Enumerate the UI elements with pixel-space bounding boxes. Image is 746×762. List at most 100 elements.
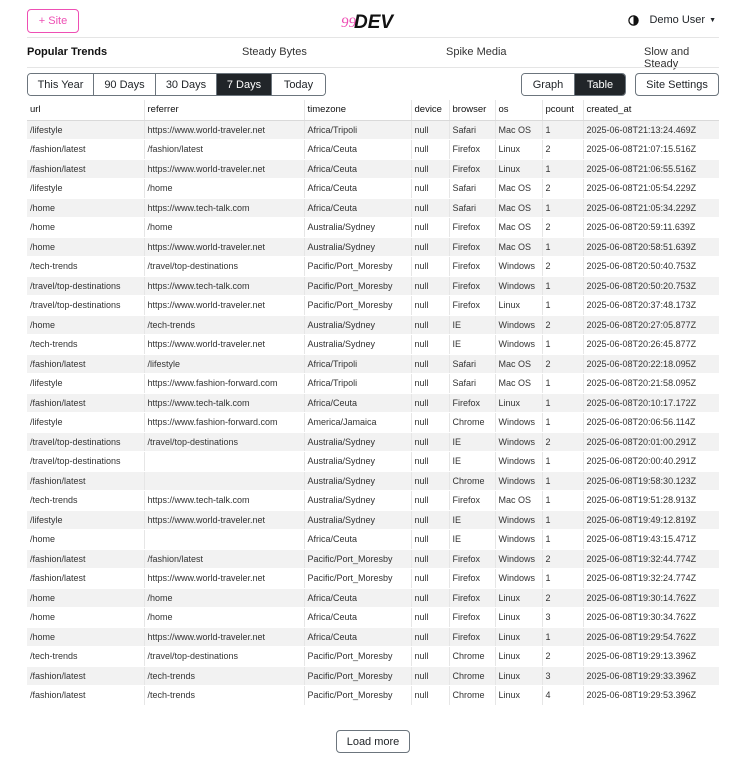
tab-spike-media[interactable]: Spike Media bbox=[446, 46, 507, 58]
cell-pcount: 3 bbox=[542, 666, 584, 686]
column-header-pcount[interactable]: pcount bbox=[542, 100, 584, 121]
column-header-device[interactable]: device bbox=[411, 100, 450, 121]
column-header-url[interactable]: url bbox=[27, 100, 145, 121]
cell-created-at: 2025-06-08T20:50:20.753Z bbox=[583, 276, 719, 296]
cell-browser: Firefox bbox=[449, 139, 496, 160]
cell-created-at: 2025-06-08T19:32:44.774Z bbox=[583, 549, 719, 569]
cell-pcount: 2 bbox=[542, 256, 584, 277]
user-menu[interactable]: Demo User ▼ bbox=[628, 14, 716, 26]
column-header-referrer[interactable]: referrer bbox=[144, 100, 305, 121]
theme-toggle-icon[interactable] bbox=[628, 14, 640, 26]
cell-referrer: /lifestyle bbox=[144, 354, 305, 374]
cell-pcount: 1 bbox=[542, 529, 584, 550]
cell-timezone: Africa/Tripoli bbox=[304, 120, 412, 140]
cell-referrer: /tech-trends bbox=[144, 666, 305, 686]
cell-pcount: 1 bbox=[542, 276, 584, 296]
range-7-days-button[interactable]: 7 Days bbox=[217, 74, 272, 95]
cell-created-at: 2025-06-08T20:00:40.291Z bbox=[583, 451, 719, 472]
cell-url: /lifestyle bbox=[27, 120, 145, 140]
cell-referrer bbox=[144, 529, 305, 550]
cell-referrer: /travel/top-destinations bbox=[144, 256, 305, 277]
range-30-days-button[interactable]: 30 Days bbox=[156, 74, 217, 95]
cell-pcount: 1 bbox=[542, 237, 584, 257]
cell-created-at: 2025-06-08T19:49:12.819Z bbox=[583, 510, 719, 530]
cell-pcount: 2 bbox=[542, 354, 584, 374]
table-row: /home/home Australia/Sydney null Firefox Mac… bbox=[27, 217, 719, 238]
cell-browser: Chrome bbox=[449, 412, 496, 433]
cell-referrer: https://www.world-traveler.net bbox=[144, 334, 305, 355]
cell-pcount: 2 bbox=[542, 178, 584, 199]
column-header-timezone[interactable]: timezone bbox=[304, 100, 412, 121]
cell-url: /lifestyle bbox=[27, 510, 145, 530]
column-header-created-at[interactable]: created_at bbox=[583, 100, 719, 121]
graph-view-button[interactable]: Graph bbox=[522, 74, 575, 95]
range-90-days-button[interactable]: 90 Days bbox=[94, 74, 156, 95]
cell-referrer: /home bbox=[144, 217, 305, 238]
cell-os: Mac OS bbox=[495, 354, 543, 374]
table-row: /travel/top-destinations https://www.worl… bbox=[27, 295, 719, 316]
logo-suffix-text: DEV bbox=[354, 12, 394, 33]
top-bar: + Site 99 DEV Demo User ▼ bbox=[27, 9, 719, 34]
range-today-button[interactable]: Today bbox=[272, 74, 325, 95]
cell-timezone: Pacific/Port_Moresby bbox=[304, 568, 412, 589]
cell-pcount: 1 bbox=[542, 373, 584, 394]
table-row: /tech-trends https://www.world-traveler.n… bbox=[27, 334, 719, 355]
cell-browser: IE bbox=[449, 432, 496, 452]
cell-url: /lifestyle bbox=[27, 178, 145, 199]
cell-browser: Firefox bbox=[449, 217, 496, 238]
cell-pcount: 1 bbox=[542, 451, 584, 472]
cell-browser: Chrome bbox=[449, 646, 496, 667]
cell-url: /home bbox=[27, 198, 145, 218]
cell-device: null bbox=[411, 627, 450, 647]
cell-url: /travel/top-destinations bbox=[27, 276, 145, 296]
table-view-button[interactable]: Table bbox=[575, 74, 625, 95]
cell-os: Mac OS bbox=[495, 198, 543, 218]
cell-referrer: /fashion/latest bbox=[144, 139, 305, 160]
cell-device: null bbox=[411, 139, 450, 160]
load-more-button[interactable]: Load more bbox=[336, 730, 410, 753]
site-tabs: Popular Trends Steady Bytes Spike Media … bbox=[27, 46, 719, 70]
cell-browser: IE bbox=[449, 510, 496, 530]
cell-referrer: /travel/top-destinations bbox=[144, 646, 305, 667]
view-toggle: Graph Table bbox=[521, 73, 626, 96]
cell-url: /tech-trends bbox=[27, 646, 145, 667]
cell-os: Linux bbox=[495, 627, 543, 647]
cell-timezone: Australia/Sydney bbox=[304, 237, 412, 257]
tab-popular-trends[interactable]: Popular Trends bbox=[27, 46, 107, 58]
table-header-row: url referrer timezone device browser os pcount… bbox=[27, 100, 719, 121]
table-row: /home/tech-trends Australia/Sydney null IE W… bbox=[27, 315, 719, 335]
cell-timezone: Pacific/Port_Moresby bbox=[304, 276, 412, 296]
cell-browser: Safari bbox=[449, 354, 496, 374]
table-row: /fashion/latest Australia/Sydney null Chrom… bbox=[27, 471, 719, 491]
column-header-os[interactable]: os bbox=[495, 100, 543, 121]
cell-device: null bbox=[411, 276, 450, 296]
cell-device: null bbox=[411, 471, 450, 491]
column-header-browser[interactable]: browser bbox=[449, 100, 496, 121]
cell-timezone: Australia/Sydney bbox=[304, 315, 412, 335]
cell-url: /lifestyle bbox=[27, 373, 145, 394]
cell-timezone: Africa/Ceuta bbox=[304, 393, 412, 413]
cell-pcount: 2 bbox=[542, 432, 584, 452]
cell-created-at: 2025-06-08T20:27:05.877Z bbox=[583, 315, 719, 335]
table-row: /fashion/latest https://www.world-travele… bbox=[27, 159, 719, 179]
cell-os: Windows bbox=[495, 432, 543, 452]
table-row: /home https://www.world-traveler.net Austr… bbox=[27, 237, 719, 257]
cell-browser: Firefox bbox=[449, 490, 496, 511]
brand-logo[interactable]: 99 DEV bbox=[340, 8, 404, 34]
tab-steady-bytes[interactable]: Steady Bytes bbox=[242, 46, 307, 58]
table-row: /lifestyle https://www.world-traveler.net… bbox=[27, 510, 719, 530]
chevron-down-icon: ▼ bbox=[709, 16, 716, 24]
cell-device: null bbox=[411, 159, 450, 179]
cell-pcount: 1 bbox=[542, 510, 584, 530]
cell-os: Linux bbox=[495, 607, 543, 628]
site-settings-button[interactable]: Site Settings bbox=[635, 73, 719, 96]
cell-os: Linux bbox=[495, 646, 543, 667]
add-site-button[interactable]: + Site bbox=[27, 9, 79, 33]
table-row: /tech-trends/travel/top-destinations Paci… bbox=[27, 256, 719, 277]
cell-browser: Safari bbox=[449, 373, 496, 394]
events-table-container[interactable]: url referrer timezone device browser os pcount… bbox=[27, 100, 719, 705]
cell-referrer: https://www.world-traveler.net bbox=[144, 159, 305, 179]
cell-timezone: Africa/Ceuta bbox=[304, 588, 412, 608]
cell-device: null bbox=[411, 178, 450, 199]
range-this-year-button[interactable]: This Year bbox=[28, 74, 94, 95]
